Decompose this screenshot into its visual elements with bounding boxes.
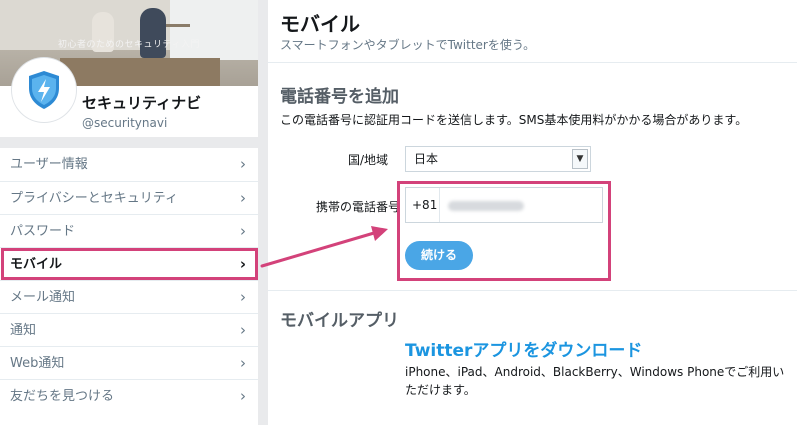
sidebar-item-label: ユーザー情報	[10, 157, 88, 172]
chevron-right-icon: ›	[240, 222, 246, 240]
mobile-apps-title: モバイルアプリ	[280, 311, 399, 331]
page-subtitle: スマートフォンやタブレットでTwitterを使う。	[280, 38, 536, 52]
phone-divider	[439, 188, 440, 222]
chevron-right-icon: ›	[240, 288, 246, 306]
phone-number-field[interactable]: +81	[405, 187, 603, 223]
profile-handle[interactable]: @securitynavi	[82, 116, 167, 130]
country-code: +81	[412, 198, 438, 212]
main-panel: モバイル スマートフォンやタブレットでTwitterを使う。 電話番号を追加 こ…	[268, 0, 797, 425]
chevron-right-icon: ›	[240, 321, 246, 339]
sidebar-item-label: パスワード	[10, 224, 76, 239]
sidebar-item-label: プライバシーとセキュリティ	[10, 191, 178, 206]
section-divider	[268, 290, 797, 291]
download-app-link[interactable]: Twitterアプリをダウンロード	[405, 336, 642, 361]
phone-label: 携帯の電話番号	[315, 200, 400, 214]
sidebar-item-privacy-security[interactable]: プライバシーとセキュリティ ›	[0, 181, 258, 214]
sidebar-item-find-friends[interactable]: 友だちを見つける ›	[0, 379, 258, 412]
chevron-right-icon: ›	[240, 189, 246, 207]
lightning-shield-icon	[29, 71, 59, 109]
chevron-right-icon: ›	[239, 255, 246, 273]
sidebar-item-label: メール通知	[10, 290, 76, 305]
banner-caption: 初心者のためのセキュリティ入門	[58, 40, 200, 50]
sidebar-item-label: 通知	[10, 323, 37, 338]
settings-nav: ユーザー情報 › プライバシーとセキュリティ › パスワード › モバイル › …	[0, 148, 258, 425]
profile-name[interactable]: セキュリティナビ	[82, 92, 201, 113]
continue-button[interactable]: 続ける	[405, 241, 473, 270]
chevron-right-icon: ›	[240, 155, 246, 173]
sidebar-item-web-notifications[interactable]: Web通知 ›	[0, 346, 258, 379]
page-title: モバイル	[280, 12, 360, 36]
profile-card: 初心者のためのセキュリティ入門 セキュリティナビ @securitynavi	[0, 0, 258, 137]
chevron-right-icon: ›	[240, 387, 246, 405]
blurred-phone-number[interactable]	[448, 201, 524, 211]
country-select-value: 日本	[414, 152, 439, 166]
sidebar-item-password[interactable]: パスワード ›	[0, 214, 258, 247]
page-header: モバイル スマートフォンやタブレットでTwitterを使う。	[268, 0, 797, 63]
add-phone-description: この電話番号に認証用コードを送信します。SMS基本使用料がかかる場合があります。	[280, 113, 748, 127]
avatar[interactable]	[12, 58, 76, 122]
sidebar-item-label: モバイル	[10, 257, 63, 272]
sidebar-item-email-notifications[interactable]: メール通知 ›	[0, 280, 258, 313]
sidebar-item-label: 友だちを見つける	[10, 389, 115, 404]
mobile-apps-description: iPhone、iPad、Android、BlackBerry、Windows P…	[405, 365, 785, 397]
country-select[interactable]: 日本 ▼	[405, 146, 591, 172]
chevron-right-icon: ›	[240, 354, 246, 372]
country-label: 国/地域	[347, 153, 388, 167]
chevron-down-icon[interactable]: ▼	[572, 149, 588, 169]
sidebar-item-notifications[interactable]: 通知 ›	[0, 313, 258, 346]
sidebar-item-mobile[interactable]: モバイル ›	[0, 247, 258, 280]
add-phone-title: 電話番号を追加	[280, 87, 399, 107]
sidebar-item-account[interactable]: ユーザー情報 ›	[0, 148, 258, 181]
sidebar-item-label: Web通知	[10, 356, 65, 371]
